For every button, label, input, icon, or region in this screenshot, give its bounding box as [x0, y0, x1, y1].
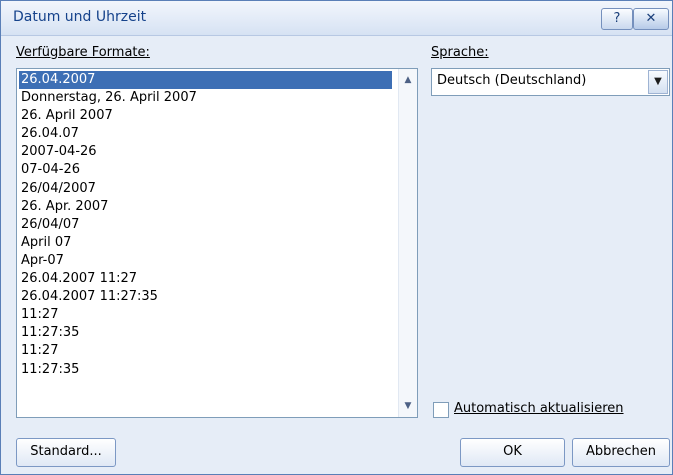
language-label-text: Sprache:: [431, 45, 489, 60]
format-list-item[interactable]: Apr-07: [19, 252, 394, 270]
format-list-item[interactable]: 26.04.2007: [19, 71, 392, 90]
formats-label: Verfügbare Formate:: [16, 45, 150, 60]
language-label: Sprache:: [431, 45, 489, 60]
cancel-button[interactable]: Abbrechen: [572, 438, 670, 467]
language-select[interactable]: Deutsch (Deutschland) ▼: [431, 68, 670, 96]
close-button[interactable]: ✕: [633, 8, 669, 30]
formats-label-text: Verfügbare Formate:: [16, 45, 150, 60]
format-list-item[interactable]: 26.04.07: [19, 125, 394, 143]
help-button[interactable]: ?: [601, 8, 633, 30]
title-bar: Datum und Uhrzeit ? ✕: [1, 1, 672, 36]
format-list-item[interactable]: 07-04-26: [19, 161, 394, 179]
language-value: Deutsch (Deutschland): [437, 73, 587, 88]
ok-button[interactable]: OK: [460, 438, 565, 467]
format-list-item[interactable]: 11:27:35: [19, 361, 394, 379]
format-list-item[interactable]: 2007-04-26: [19, 143, 394, 161]
format-list-item[interactable]: Donnerstag, 26. April 2007: [19, 89, 394, 107]
formats-scrollbar[interactable]: ▲ ▼: [398, 69, 417, 417]
format-list-item[interactable]: 26. Apr. 2007: [19, 198, 394, 216]
standard-button[interactable]: Standard...: [16, 438, 116, 467]
format-list-item[interactable]: 26.04.2007 11:27: [19, 270, 394, 288]
format-list-item[interactable]: 11:27:35: [19, 324, 394, 342]
format-list-item[interactable]: 11:27: [19, 306, 394, 324]
format-list-item[interactable]: 11:27: [19, 342, 394, 360]
format-list-item[interactable]: 26/04/07: [19, 216, 394, 234]
dialog-title: Datum und Uhrzeit: [13, 9, 147, 25]
format-list-item[interactable]: 26. April 2007: [19, 107, 394, 125]
auto-update-label[interactable]: Automatisch aktualisieren: [454, 401, 624, 416]
formats-list: 26.04.2007 Donnerstag, 26. April 2007 26. …: [19, 71, 394, 379]
formats-listbox[interactable]: 26.04.2007 Donnerstag, 26. April 2007 26. …: [16, 68, 418, 418]
scroll-down-icon[interactable]: ▼: [399, 397, 417, 415]
scroll-up-icon[interactable]: ▲: [399, 71, 417, 89]
auto-update-checkbox[interactable]: [433, 402, 449, 418]
date-time-dialog: Datum und Uhrzeit ? ✕ Verfügbare Formate…: [0, 0, 673, 475]
chevron-down-icon[interactable]: ▼: [648, 70, 668, 94]
format-list-item[interactable]: 26.04.2007 11:27:35: [19, 288, 394, 306]
format-list-item[interactable]: April 07: [19, 234, 394, 252]
format-list-item[interactable]: 26/04/2007: [19, 180, 394, 198]
